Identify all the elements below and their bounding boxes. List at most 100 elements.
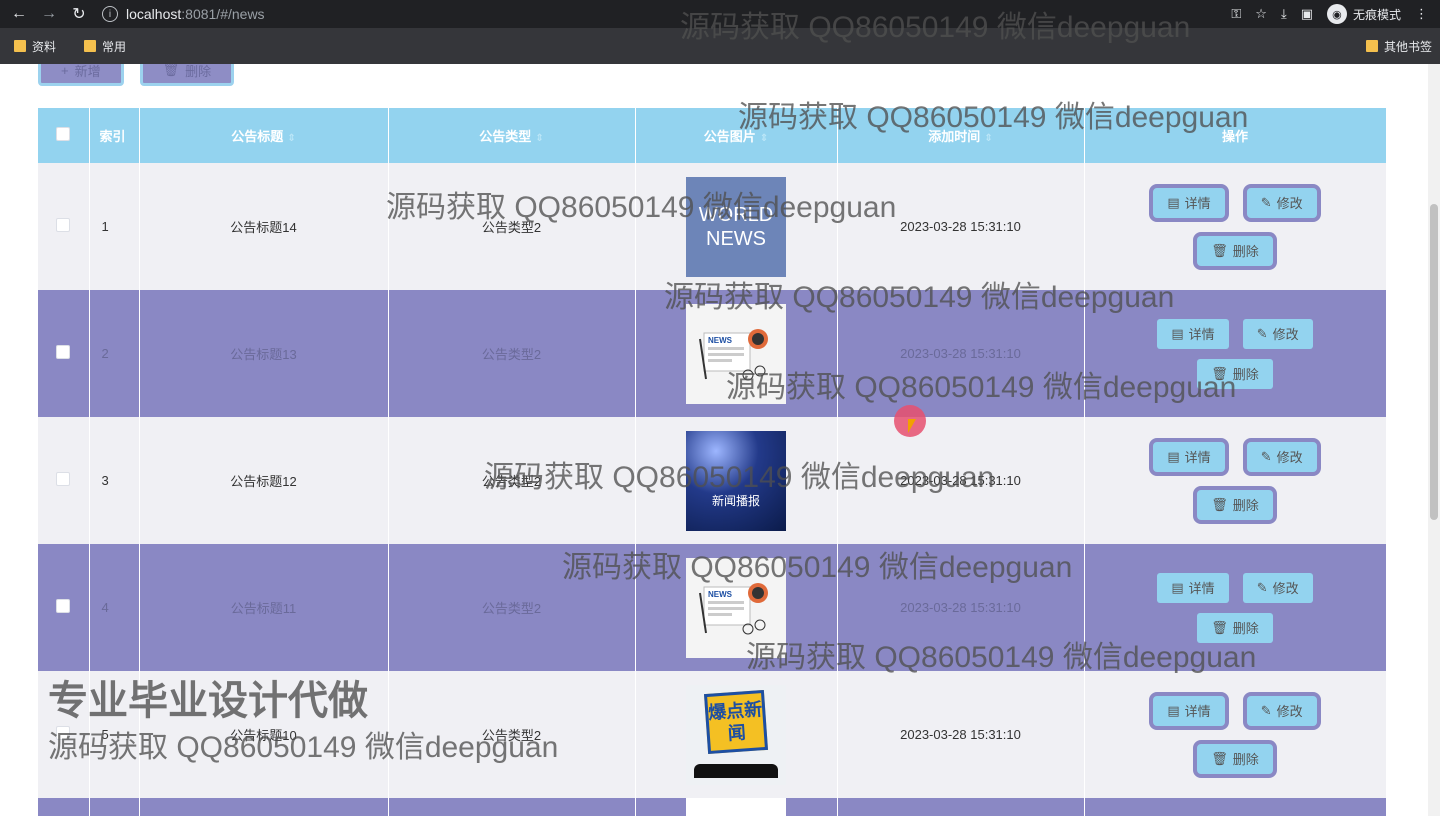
header-time[interactable]: 添加时间 ⇕ <box>837 108 1085 163</box>
key-icon[interactable]: ⚿ <box>1231 6 1241 22</box>
detail-button[interactable]: ▤ 详情 <box>1149 691 1229 730</box>
header-time-label: 添加时间 <box>928 129 981 144</box>
url-host: localhost <box>126 6 182 22</box>
document-icon: ▤ <box>1171 325 1184 341</box>
delete-button[interactable]: 🗑 删除 <box>1193 231 1277 270</box>
row-image-cell: NEWS <box>635 290 838 417</box>
table-header: 索引 公告标题 ⇕ 公告类型 ⇕ 公告图片 ⇕ 添加时间 ⇕ 操作 <box>38 108 1387 163</box>
trash-icon: 🗑 <box>1211 496 1228 512</box>
row-cell <box>1084 798 1387 816</box>
select-all-checkbox[interactable] <box>56 127 71 141</box>
delete-label: 删除 <box>1232 498 1259 513</box>
row-actions: ▤ 详情 ✎ 修改 🗑 删除 <box>1084 163 1387 290</box>
select-all-header[interactable] <box>38 108 90 163</box>
row-time: 2023-03-28 15:31:10 <box>837 417 1085 544</box>
menu-icon[interactable]: ⋮ <box>1415 6 1428 22</box>
bookmark-folder[interactable]: 常用 <box>84 38 126 55</box>
svg-text:NEWS: NEWS <box>708 590 733 599</box>
row-checkbox[interactable] <box>56 726 71 740</box>
reload-icon[interactable]: ↻ <box>68 3 90 25</box>
edit-button[interactable]: ✎ 修改 <box>1242 183 1321 222</box>
row-title: 公告标题14 <box>139 163 389 290</box>
back-icon[interactable]: ← <box>8 3 30 25</box>
trash-icon: 🗑 <box>1211 242 1228 258</box>
bookmark-folder[interactable]: 资料 <box>14 38 56 55</box>
batch-delete-button[interactable]: 🗑 删除 <box>139 64 235 86</box>
row-index: 5 <box>89 671 140 798</box>
row-select-cell[interactable] <box>38 163 90 290</box>
detail-label: 详情 <box>1188 581 1215 596</box>
delete-button[interactable]: 🗑 删除 <box>1197 612 1273 643</box>
sort-icon[interactable]: ⇕ <box>760 133 768 144</box>
header-type[interactable]: 公告类型 ⇕ <box>388 108 636 163</box>
download-icon[interactable]: ⤓ <box>1281 6 1287 22</box>
toolbar: + 新增 🗑 删除 <box>38 64 235 86</box>
news-image[interactable]: NEWS <box>686 557 786 658</box>
row-image-cell: WORLD NEWS <box>635 163 838 290</box>
sort-icon[interactable]: ⇕ <box>535 133 543 144</box>
row-checkbox[interactable] <box>56 218 71 232</box>
detail-button[interactable]: ▤ 详情 <box>1149 437 1229 476</box>
delete-label: 删除 <box>1232 244 1259 259</box>
scrollbar-thumb[interactable] <box>1430 204 1438 520</box>
header-image[interactable]: 公告图片 ⇕ <box>635 108 838 163</box>
star-icon[interactable]: ☆ <box>1255 6 1267 22</box>
detail-button[interactable]: ▤ 详情 <box>1157 572 1229 603</box>
add-button[interactable]: + 新增 <box>38 64 124 86</box>
edit-button[interactable]: ✎ 修改 <box>1242 691 1321 730</box>
delete-button[interactable]: 🗑 删除 <box>1193 485 1277 524</box>
trash-icon: 🗑 <box>1211 750 1228 766</box>
row-select-cell[interactable] <box>38 417 90 544</box>
incognito-indicator[interactable]: ◉ 无痕模式 <box>1326 4 1401 24</box>
cursor-arrow-icon <box>908 419 916 433</box>
row-time: 2023-03-28 15:31:10 <box>837 544 1085 671</box>
header-type-label: 公告类型 <box>479 129 532 144</box>
table-row: 4 公告标题11 公告类型2 NEWS 2023-03-28 15:31:10 … <box>38 544 1387 671</box>
news-image[interactable]: 新闻播报 <box>686 430 786 531</box>
site-info-icon[interactable]: i <box>102 6 118 22</box>
table-row: 2 公告标题13 公告类型2 NEWS 2023-03-28 15:31:10 … <box>38 290 1387 417</box>
row-checkbox[interactable] <box>56 599 71 613</box>
row-select-cell[interactable] <box>38 290 90 417</box>
sort-icon[interactable]: ⇕ <box>287 133 295 144</box>
delete-button[interactable]: 🗑 删除 <box>1193 739 1277 778</box>
detail-label: 详情 <box>1184 196 1211 211</box>
row-checkbox[interactable] <box>56 472 71 486</box>
pencil-icon: ✎ <box>1260 448 1272 464</box>
image-text: 新闻播报 <box>711 493 760 508</box>
image-text: NEWS <box>706 227 766 250</box>
detail-label: 详情 <box>1184 450 1211 465</box>
news-image[interactable]: 爆点新闻 <box>686 684 786 785</box>
page-scrollbar[interactable] <box>1428 64 1440 816</box>
trash-icon: 🗑 <box>162 64 180 77</box>
edit-label: 修改 <box>1276 704 1303 719</box>
mouse-cursor <box>894 405 926 437</box>
detail-button[interactable]: ▤ 详情 <box>1157 318 1229 349</box>
news-image[interactable]: WORLD NEWS <box>686 176 786 277</box>
other-bookmarks[interactable]: 其他书签 <box>1365 28 1432 64</box>
row-type: 公告类型2 <box>388 290 636 417</box>
pencil-icon: ✎ <box>1256 325 1268 341</box>
header-index: 索引 <box>89 108 140 163</box>
news-image[interactable] <box>686 798 786 816</box>
header-title[interactable]: 公告标题 ⇕ <box>139 108 389 163</box>
row-checkbox[interactable] <box>56 345 71 359</box>
edit-button[interactable]: ✎ 修改 <box>1242 572 1313 603</box>
sort-icon[interactable]: ⇕ <box>984 133 992 144</box>
address-bar[interactable]: i localhost:8081/#/news <box>102 2 1232 26</box>
forward-icon[interactable]: → <box>38 3 60 25</box>
delete-button[interactable]: 🗑 删除 <box>1197 358 1273 389</box>
newspaper-illustration: NEWS <box>699 582 768 634</box>
detail-label: 详情 <box>1188 327 1215 342</box>
row-image-cell: 新闻播报 <box>635 417 838 544</box>
news-image[interactable]: NEWS <box>686 303 786 404</box>
other-bookmarks-label: 其他书签 <box>1383 39 1432 54</box>
edit-button[interactable]: ✎ 修改 <box>1242 318 1313 349</box>
row-cell <box>837 798 1085 816</box>
row-index: 1 <box>89 163 140 290</box>
row-select-cell[interactable] <box>38 671 90 798</box>
row-select-cell[interactable] <box>38 544 90 671</box>
sidepanel-icon[interactable]: ▣ <box>1301 6 1313 22</box>
detail-button[interactable]: ▤ 详情 <box>1149 183 1229 222</box>
edit-button[interactable]: ✎ 修改 <box>1242 437 1321 476</box>
